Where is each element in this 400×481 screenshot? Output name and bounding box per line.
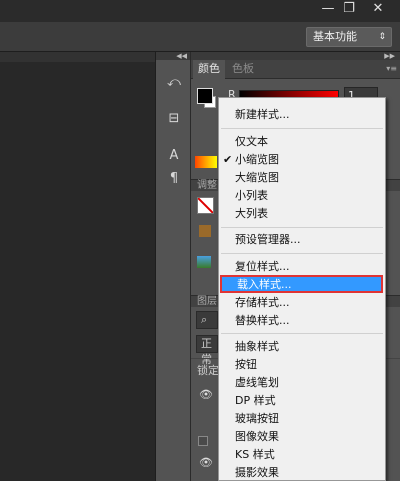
menu-item-text-only[interactable]: 仅文本 (219, 133, 385, 151)
document-tab-strip (0, 52, 155, 62)
menu-item-dp-styles[interactable]: DP 样式 (219, 392, 385, 410)
visibility-eye-icon[interactable]: 👁 (199, 388, 213, 401)
slash-icon (197, 197, 214, 214)
landscape-icon[interactable] (197, 256, 211, 268)
style-thumb-icon[interactable] (199, 225, 211, 237)
menu-item-label: 虚线笔划 (235, 376, 279, 389)
menu-item-large-thumbnail[interactable]: 大缩览图 (219, 169, 385, 187)
properties-icon[interactable]: ⊟ (165, 110, 183, 128)
lock-label: 锁定 (197, 364, 219, 377)
menu-item-small-list[interactable]: 小列表 (219, 187, 385, 205)
menu-item-label: 抽象样式 (235, 340, 279, 353)
menu-item-dotted-strokes[interactable]: 虚线笔划 (219, 374, 385, 392)
canvas-area (0, 62, 155, 481)
layer-filter-search[interactable]: ⌕ (196, 311, 218, 329)
visibility-eye-icon-2[interactable]: 👁 (199, 456, 213, 469)
menu-separator (221, 253, 383, 254)
menu-item-label: 预设管理器... (235, 233, 301, 246)
layer-checkbox[interactable] (198, 436, 208, 446)
checkmark-icon: ✔ (223, 153, 233, 166)
color-panel-tabs: 颜色 色板 ▾≡ (191, 60, 400, 79)
menu-item-reset-styles[interactable]: 复位样式... (219, 258, 385, 276)
layers-panel-title: 图层 (197, 296, 217, 307)
close-icon[interactable]: ✕ (365, 0, 391, 19)
menu-item-glass-buttons[interactable]: 玻璃按钮 (219, 410, 385, 428)
menu-item-label: 新建样式... (235, 108, 290, 121)
menu-item-label: 图像效果 (235, 430, 279, 443)
menu-item-photographic-effects[interactable]: 摄影效果 (219, 464, 385, 481)
menu-item-label: 仅文本 (235, 135, 268, 148)
workspace-switcher[interactable]: 基本功能 ⇕ (306, 27, 392, 47)
blend-mode-select[interactable]: 正常 (196, 335, 218, 366)
collapse-strip-icon[interactable]: ◀◀ (156, 52, 191, 60)
styles-flyout-menu: 新建样式... 仅文本 ✔ 小缩览图 大缩览图 小列表 大列表 预设管理器... … (218, 97, 386, 481)
menu-item-label: 替换样式... (235, 314, 290, 327)
menu-item-label: 载入样式... (237, 278, 292, 291)
menu-item-new-style[interactable]: 新建样式... (219, 106, 385, 124)
menu-separator (221, 128, 383, 129)
menu-item-label: 复位样式... (235, 260, 290, 273)
tab-color[interactable]: 颜色 (193, 60, 225, 79)
menu-item-label: 大列表 (235, 207, 268, 220)
menu-item-label: 玻璃按钮 (235, 412, 279, 425)
menu-item-buttons[interactable]: 按钮 (219, 356, 385, 374)
history-icon[interactable]: ⤺ (165, 74, 183, 92)
menu-item-ks-styles[interactable]: KS 样式 (219, 446, 385, 464)
options-bar: 基本功能 ⇕ (0, 22, 400, 52)
title-bar: — ❐ ✕ (0, 0, 400, 22)
menu-item-label: 大缩览图 (235, 171, 279, 184)
paragraph-icon[interactable]: ¶ (165, 170, 183, 188)
menu-item-label: 小列表 (235, 189, 268, 202)
menu-item-save-styles[interactable]: 存储样式... (219, 294, 385, 312)
panel-icon-strip: ◀◀ ⤺ ⊟ A ¶ (155, 52, 191, 481)
menu-item-label: 小缩览图 (235, 153, 279, 166)
menu-item-label: 存储样式... (235, 296, 290, 309)
menu-separator (221, 333, 383, 334)
tab-swatches[interactable]: 色板 (227, 60, 259, 79)
menu-item-label: 按钮 (235, 358, 257, 371)
menu-separator (221, 227, 383, 228)
menu-item-preset-manager[interactable]: 预设管理器... (219, 231, 385, 249)
menu-item-label: 摄影效果 (235, 466, 279, 479)
menu-item-label: DP 样式 (235, 394, 276, 407)
collapse-panels-icon[interactable]: ▶▶ (191, 52, 400, 60)
chevron-updown-icon: ⇕ (378, 32, 386, 42)
menu-item-image-effects[interactable]: 图像效果 (219, 428, 385, 446)
panel-menu-icon[interactable]: ▾≡ (386, 60, 397, 78)
menu-item-label: KS 样式 (235, 448, 275, 461)
menu-item-replace-styles[interactable]: 替换样式... (219, 312, 385, 330)
no-style-icon[interactable] (197, 197, 214, 214)
menu-item-large-list[interactable]: 大列表 (219, 205, 385, 223)
menu-item-load-styles[interactable]: 载入样式... (220, 275, 383, 293)
foreground-color-swatch[interactable] (197, 88, 213, 104)
adjust-panel-title: 调整 (197, 180, 217, 191)
character-icon[interactable]: A (165, 147, 183, 165)
menu-item-abstract-styles[interactable]: 抽象样式 (219, 338, 385, 356)
restore-icon[interactable]: ❐ (336, 0, 362, 19)
menu-item-small-thumbnail[interactable]: ✔ 小缩览图 (219, 151, 385, 169)
workspace-label: 基本功能 (313, 30, 357, 43)
color-spectrum[interactable] (195, 156, 217, 168)
